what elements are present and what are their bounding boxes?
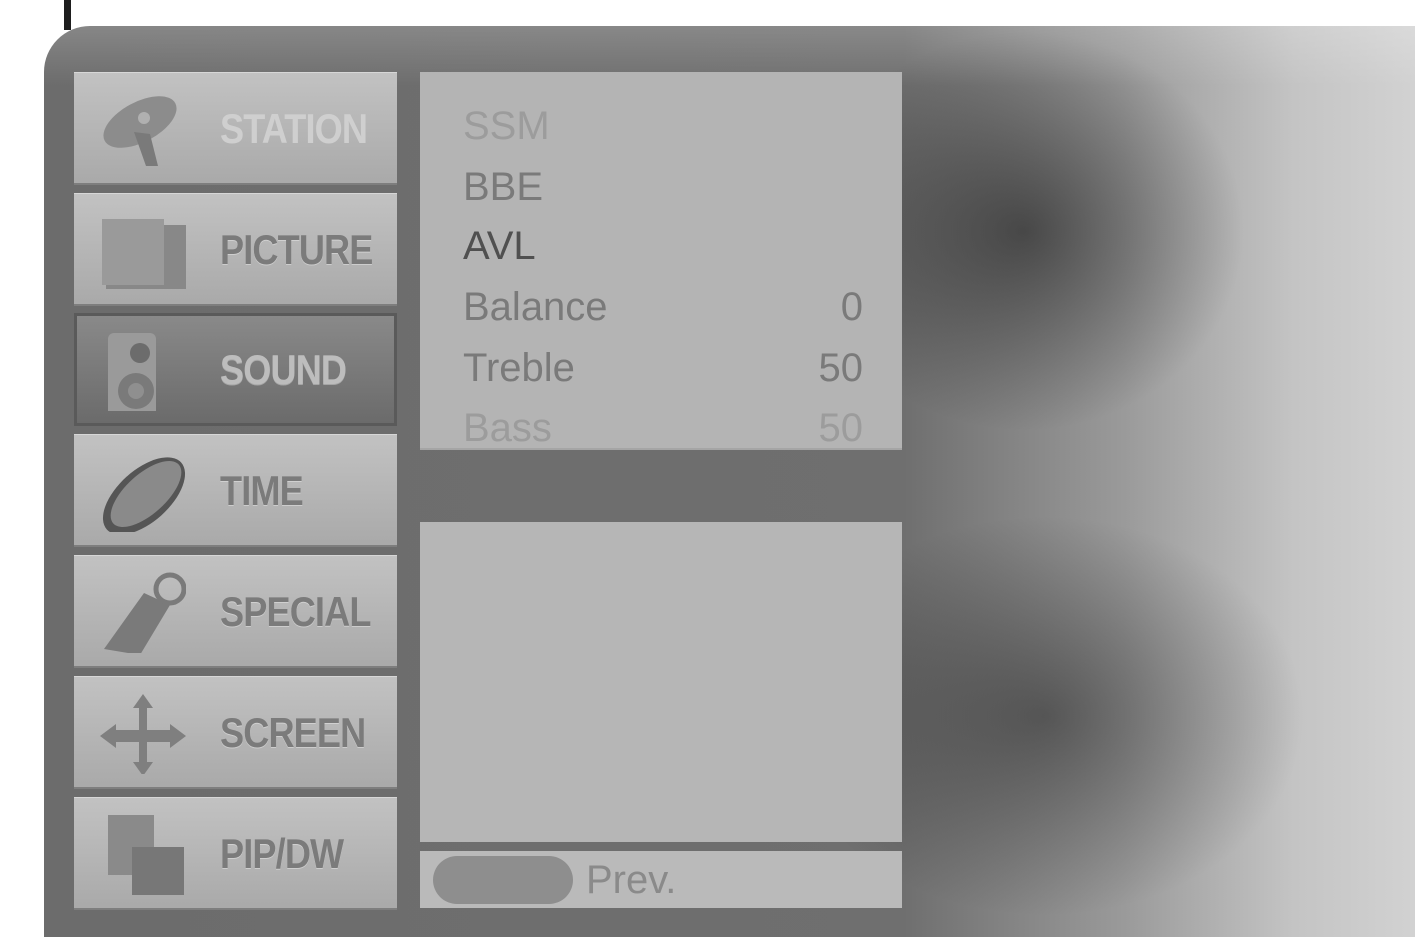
menu-item-label: STATION (220, 104, 368, 152)
option-label: SSM (463, 104, 550, 148)
option-label: AVL (463, 224, 536, 268)
satellite-dish-icon (100, 88, 186, 170)
menu-item-label: SPECIAL (220, 587, 371, 635)
info-panel (420, 522, 902, 842)
option-bbe[interactable]: BBE (463, 159, 863, 215)
option-value: 50 (818, 346, 864, 390)
option-bass[interactable]: Bass 50 (463, 400, 863, 450)
menu-item-label: PICTURE (220, 225, 373, 273)
menu-item-time[interactable]: TIME (74, 434, 397, 547)
prev-label: Prev. (586, 858, 677, 902)
prev-button[interactable] (433, 856, 573, 904)
menu-item-pip-dw[interactable]: PIP/DW (74, 797, 397, 910)
menu-item-label: SOUND (220, 345, 347, 393)
option-balance[interactable]: Balance 0 (463, 279, 863, 335)
menu-item-label: PIP/DW (220, 829, 344, 877)
picture-frame-icon (100, 209, 186, 291)
option-ssm[interactable]: SSM (463, 98, 863, 154)
menu-item-station[interactable]: STATION (74, 72, 397, 185)
clock-icon (100, 450, 186, 535)
pip-window-icon (100, 813, 186, 895)
move-arrows-icon (100, 692, 186, 776)
sound-options-panel: SSM BBE AVL Balance 0 Treble 50 Bass 50 (420, 72, 902, 450)
tag-icon (100, 571, 187, 655)
option-label: Bass (463, 406, 552, 450)
speaker-icon (100, 329, 186, 419)
menu-item-screen[interactable]: SCREEN (74, 676, 397, 789)
prev-bar: Prev. (420, 851, 902, 908)
menu-item-label: TIME (220, 466, 304, 514)
menu-item-picture[interactable]: PICTURE (74, 193, 397, 306)
menu-item-label: SCREEN (220, 708, 366, 756)
option-label: BBE (463, 165, 544, 209)
menu-item-sound[interactable]: SOUND (74, 313, 397, 426)
option-label: Treble (463, 346, 575, 390)
option-treble[interactable]: Treble 50 (463, 340, 863, 396)
option-value: 50 (818, 406, 864, 450)
option-value: 0 (840, 285, 863, 329)
menu-item-special[interactable]: SPECIAL (74, 555, 397, 668)
left-rule (64, 0, 71, 30)
option-label: Balance (463, 285, 608, 329)
option-avl[interactable]: AVL (463, 218, 863, 274)
